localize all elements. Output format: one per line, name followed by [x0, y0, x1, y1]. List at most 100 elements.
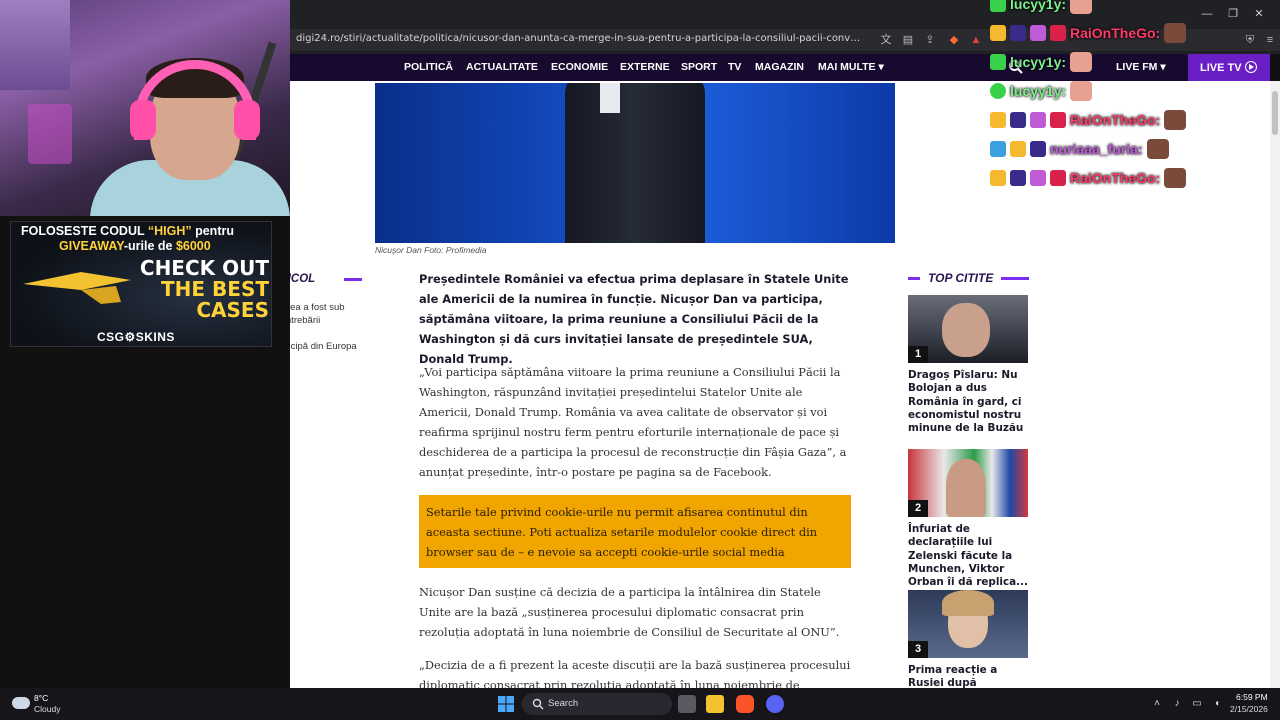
top-accent-bar: [908, 277, 920, 280]
tray-chevron-icon[interactable]: ˄: [1150, 697, 1164, 711]
crown-badge-icon: [1010, 141, 1026, 157]
rewards-icon[interactable]: ▲: [968, 32, 984, 48]
url-text[interactable]: digi24.ro/stiri/actualitate/politica/nic…: [296, 33, 866, 44]
nav-sport[interactable]: SPORT: [681, 61, 717, 73]
chat-emote-icon: [1146, 139, 1169, 159]
scrollbar[interactable]: [1270, 81, 1280, 688]
chat-badge-icon: [1030, 112, 1046, 128]
chat-message: RaiOnTheGo:: [990, 110, 1187, 132]
brave-shield-icon[interactable]: ◆: [946, 32, 962, 48]
nav-economie[interactable]: ECONOMIE: [551, 61, 608, 73]
ghost-badge-icon: [1010, 25, 1026, 41]
weather-temp[interactable]: 8°C: [34, 693, 48, 703]
play-icon: [1244, 61, 1257, 73]
hammer-badge-icon: [990, 141, 1006, 157]
chat-badge-icon: [1030, 170, 1046, 186]
speaker-icon[interactable]: ◖: [1210, 697, 1224, 711]
portrait-face: [942, 303, 990, 357]
ad-text: GIVEAWAY: [59, 239, 124, 253]
webcam-window: [0, 0, 70, 90]
translate-icon[interactable]: 文: [878, 32, 894, 48]
top-read-headline[interactable]: Înfuriat de declarațiile lui Zelenski fă…: [908, 523, 1028, 589]
toc-title: ÎN ARTICOL: [290, 273, 316, 285]
top-read-title: TOP CITITE: [928, 271, 994, 285]
file-explorer-icon[interactable]: [706, 695, 724, 713]
chat-username: nuriaaa_furia:: [1050, 141, 1143, 157]
brave-browser-icon[interactable]: [736, 695, 754, 713]
menu-icon[interactable]: ≡: [1262, 32, 1278, 48]
nav-tv[interactable]: TV: [728, 61, 741, 73]
close-icon[interactable]: ✕: [1250, 6, 1268, 22]
chat-username: RaiOnTheGo:: [1070, 112, 1161, 128]
nav-magazin[interactable]: MAGAZIN: [755, 61, 804, 73]
top-read-headline[interactable]: Dragoș Pîslaru: Nu Bolojan a dus România…: [908, 369, 1028, 435]
top-read-thumbnail[interactable]: 1: [908, 295, 1028, 363]
nav-mai-multe[interactable]: MAI MULTE ▾: [818, 61, 884, 73]
discord-icon[interactable]: [766, 695, 784, 713]
cloud-icon: [12, 697, 30, 709]
windows-start-icon[interactable]: [498, 696, 514, 712]
volume-icon[interactable]: ♪: [1170, 697, 1184, 711]
task-view-icon[interactable]: [678, 695, 696, 713]
ad-headline-line: CHECK OUT: [139, 256, 269, 280]
top-read-card[interactable]: 1 Dragoș Pîslaru: Nu Bolojan a dus Român…: [908, 295, 1028, 435]
toc-list: Participarea a fost sub semnul întrebări…: [290, 301, 362, 366]
weather-desc[interactable]: Cloudy: [34, 704, 60, 714]
chat-overlay: lucyy1y: RaiOnTheGo: lucyy1y: lucyy1y: R…: [990, 0, 1230, 200]
toc-item[interactable]: Cine participă din Europa: [290, 340, 362, 353]
hero-figure: [565, 83, 705, 243]
top-read-thumbnail[interactable]: 2: [908, 449, 1028, 517]
crown-badge-icon: [990, 170, 1006, 186]
article-paragraph: Nicușor Dan susține că decizia de a part…: [419, 585, 840, 639]
scroll-thumb[interactable]: [1272, 91, 1278, 135]
top-read-card[interactable]: 3 Prima reacție a Rusiei după acuzațiile: [908, 590, 1028, 688]
chat-emote-icon: [1164, 110, 1187, 130]
chat-badge-icon: [1030, 25, 1046, 41]
hero-shirt: [600, 83, 620, 113]
clock-date[interactable]: 2/15/2026: [1230, 704, 1268, 714]
taskbar: 8°C Cloudy Search ˄ ♪ ▭ ◖ 6:59 PM 2/15/2…: [0, 688, 1280, 720]
reader-icon[interactable]: ▤: [900, 32, 916, 48]
share-icon[interactable]: ⇪: [922, 32, 938, 48]
chat-message: nuriaaa_furia:: [990, 139, 1169, 161]
chat-message: lucyy1y:: [990, 52, 1093, 74]
portrait-face: [946, 459, 986, 517]
top-read-headline[interactable]: Prima reacție a Rusiei după acuzațiile: [908, 664, 1028, 688]
nav-politica[interactable]: POLITICĂ: [404, 61, 453, 73]
chat-badge-icon: [990, 83, 1006, 99]
nav-actualitate[interactable]: ACTUALITATE: [466, 61, 538, 73]
ad-headline-line: THE BEST: [161, 277, 269, 301]
headset-earcup: [234, 100, 260, 140]
chat-emote-icon: [1164, 23, 1187, 43]
chat-username: RaiOnTheGo:: [1070, 25, 1161, 41]
ad-text: -urile de: [123, 239, 176, 253]
top-read-card[interactable]: 2 Înfuriat de declarațiile lui Zelenski …: [908, 449, 1028, 589]
top-read-thumbnail[interactable]: 3: [908, 590, 1028, 658]
chat-username: lucyy1y:: [1010, 83, 1067, 99]
article-paragraph: „Voi participa săptămâna viitoare la pri…: [419, 365, 847, 479]
display-icon[interactable]: ▭: [1190, 697, 1204, 711]
search-label: Search: [548, 698, 579, 709]
ad-code: “HIGH”: [147, 224, 192, 238]
chat-username: RaiOnTheGo:: [1070, 170, 1161, 186]
ghost-badge-icon: [1010, 112, 1026, 128]
taskbar-search[interactable]: Search: [522, 693, 672, 715]
toc-item[interactable]: Participarea a fost sub semnul întrebări…: [290, 301, 362, 327]
clock-time[interactable]: 6:59 PM: [1236, 692, 1268, 702]
hero-image: [375, 83, 895, 243]
chat-badge-icon: [990, 0, 1006, 12]
chat-badge-icon: [1050, 112, 1066, 128]
photo-caption: Nicușor Dan Foto: Profimedia: [375, 245, 487, 255]
rank-badge: 2: [908, 500, 928, 517]
nav-mai-multe-label: MAI MULTE: [818, 61, 876, 73]
webcam-overlay: [0, 0, 290, 216]
chat-emote-icon: [1164, 168, 1187, 188]
nav-externe[interactable]: EXTERNE: [620, 61, 670, 73]
chat-badge-icon: [1050, 25, 1066, 41]
ad-giveaway-line: GIVEAWAY-urile de $6000: [59, 239, 211, 253]
chat-message: lucyy1y:: [990, 81, 1093, 103]
search-icon: [532, 698, 544, 710]
chat-username: lucyy1y:: [1010, 0, 1067, 12]
article-lead: Președintele României va efectua prima d…: [419, 272, 849, 366]
vpn-icon[interactable]: ⛨: [1242, 32, 1258, 48]
